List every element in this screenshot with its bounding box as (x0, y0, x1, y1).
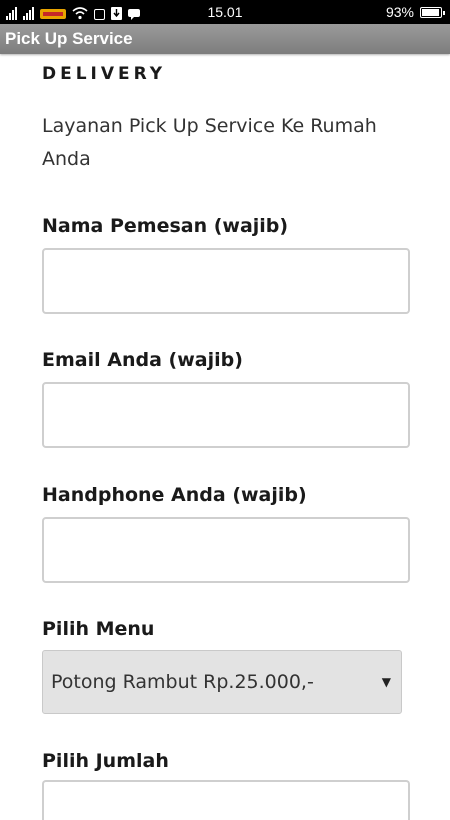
battery-icon (420, 6, 445, 18)
name-label: Nama Pemesan (wajib) (42, 215, 289, 237)
menu-selected-value: Potong Rambut Rp.25.000,- (51, 671, 314, 693)
app-title: Pick Up Service (5, 29, 133, 48)
email-field-group: Email Anda (wajib) (42, 349, 410, 448)
phone-field-group: Handphone Anda (wajib) (42, 484, 410, 583)
page-heading: DELIVERY (42, 64, 167, 84)
battery-level (422, 8, 439, 16)
menu-field-group: Pilih Menu Potong Rambut Rp.25.000,- ▼ (42, 618, 410, 714)
status-time: 15.01 (207, 4, 243, 20)
quantity-label: Pilih Jumlah (42, 750, 169, 772)
main-content: DELIVERY Layanan Pick Up Service Ke Ruma… (42, 54, 410, 820)
dropdown-arrow-icon: ▼ (381, 675, 391, 689)
intro-text: Layanan Pick Up Service Ke Rumah Anda (42, 115, 377, 170)
name-field-group: Nama Pemesan (wajib) (42, 215, 410, 314)
menu-label: Pilih Menu (42, 618, 155, 640)
menu-select[interactable]: Potong Rambut Rp.25.000,- ▼ (42, 650, 402, 714)
status-bar: 15.01 93% (0, 0, 450, 24)
phone-label: Handphone Anda (wajib) (42, 484, 307, 506)
email-label: Email Anda (wajib) (42, 349, 243, 371)
email-input[interactable] (42, 382, 410, 448)
app-title-bar: Pick Up Service (0, 24, 450, 54)
quantity-field-group: Pilih Jumlah (42, 750, 410, 820)
phone-input[interactable] (42, 517, 410, 583)
name-input[interactable] (42, 248, 410, 314)
battery-percent: 93% (385, 4, 414, 20)
quantity-input[interactable] (42, 780, 410, 820)
